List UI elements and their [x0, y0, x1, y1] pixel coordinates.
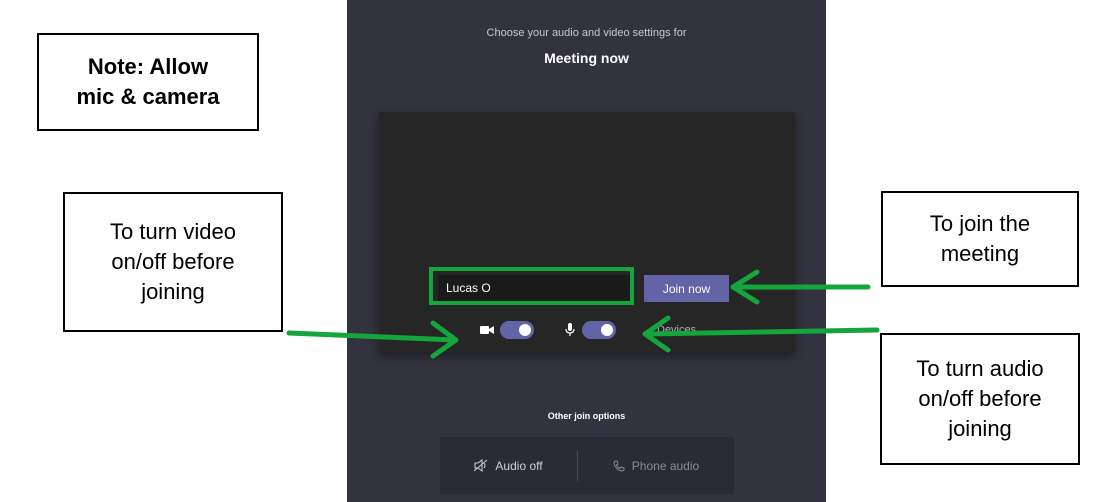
note-line-2: mic & camera [76, 84, 220, 109]
speaker-off-icon [474, 459, 488, 472]
screenshot-stage: Choose your audio and video settings for… [0, 0, 1093, 502]
join-callout-line-2: meeting [940, 241, 1020, 266]
phone-icon [613, 460, 625, 472]
video-toggle-knob [519, 324, 531, 336]
devices-label[interactable]: Devices [657, 324, 696, 336]
join-options-bar: Audio off Phone audio [440, 437, 734, 494]
meeting-title: Meeting now [544, 50, 629, 66]
video-callout-line-1: To turn video [110, 219, 236, 244]
phone-audio-option[interactable]: Phone audio [578, 437, 734, 494]
audio-callout-line-1: To turn audio [916, 356, 1044, 381]
audio-callout-line-2: on/off before [918, 386, 1042, 411]
video-toggle[interactable] [500, 321, 534, 339]
camera-icon [480, 323, 494, 341]
note-line-1: Note: Allow [87, 54, 209, 79]
join-callout: To join the meeting [881, 191, 1079, 287]
name-input[interactable]: Lucas O [438, 275, 632, 302]
settings-subtitle: Choose your audio and video settings for [486, 27, 687, 39]
audio-callout-line-3: joining [948, 416, 1012, 441]
join-now-button[interactable]: Join now [644, 275, 729, 302]
other-join-options-label: Other join options [547, 411, 626, 421]
audio-off-label: Audio off [495, 458, 543, 473]
audio-off-option[interactable]: Audio off [440, 437, 577, 494]
note-callout: Note: Allow mic & camera [37, 33, 259, 131]
video-callout: To turn video on/off before joining [63, 192, 283, 332]
video-preview: Lucas O Join now Devices [379, 112, 795, 352]
prejoin-panel: Choose your audio and video settings for… [347, 0, 826, 502]
phone-audio-label: Phone audio [631, 458, 700, 473]
audio-callout: To turn audio on/off before joining [880, 333, 1080, 465]
video-callout-line-3: joining [141, 279, 205, 304]
audio-toggle-knob [601, 324, 613, 336]
microphone-icon [565, 323, 575, 342]
device-controls: Devices [379, 319, 795, 343]
video-callout-line-2: on/off before [111, 249, 235, 274]
audio-toggle[interactable] [582, 321, 616, 339]
join-callout-line-1: To join the [929, 211, 1031, 236]
